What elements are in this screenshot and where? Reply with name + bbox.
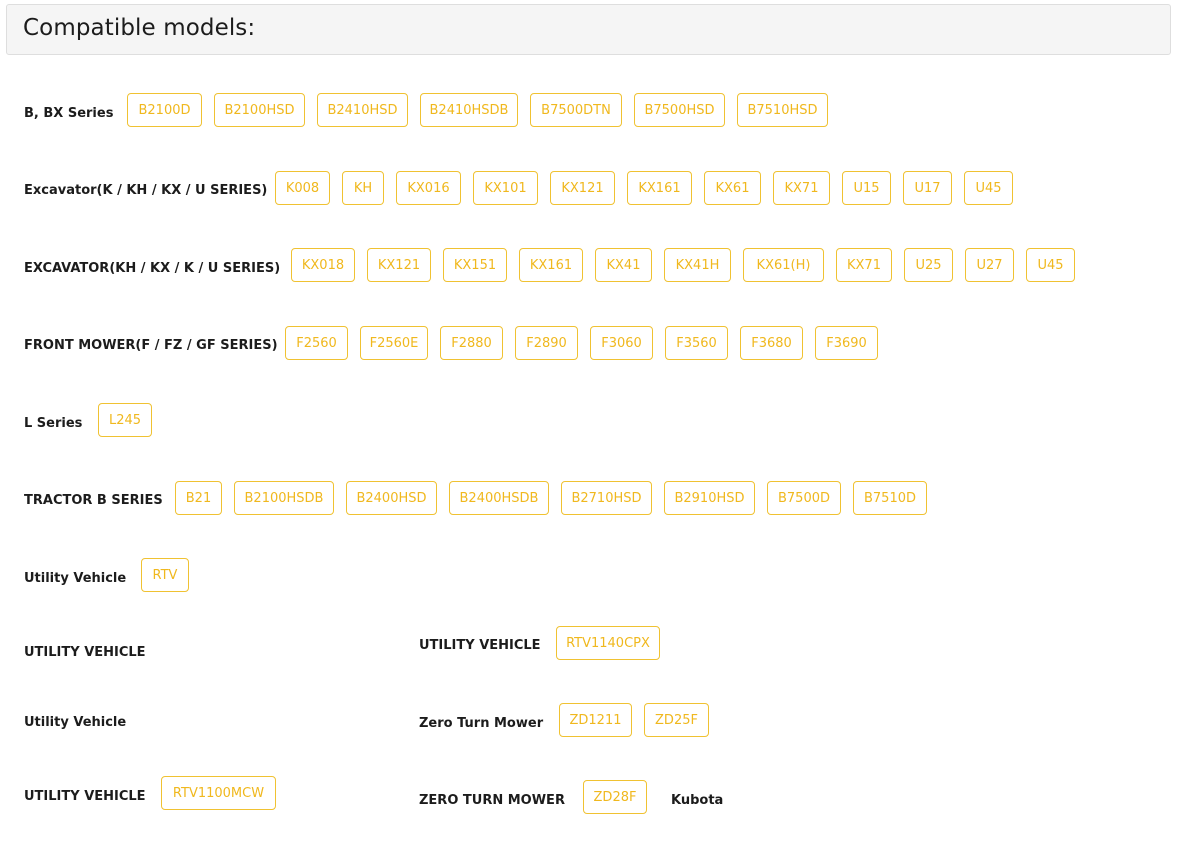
page-title: Compatible models: [23,15,256,41]
model-chip-b7500hsd[interactable]: B7500HSD [634,93,725,127]
model-chip-zd28f[interactable]: ZD28F [583,780,647,814]
model-chip-f2890[interactable]: F2890 [515,326,578,360]
compatible-models-header: Compatible models: [6,4,1171,55]
model-chip-u17[interactable]: U17 [903,171,952,205]
series-label-utility-vehicle: UTILITY VEHICLE [419,638,541,653]
model-chip-kx121[interactable]: KX121 [367,248,431,282]
model-chip-kx61[interactable]: KX61 [704,171,761,205]
series-label-utility-vehicle: Utility Vehicle [24,571,127,586]
series-label-b-bx-series: B, BX Series [24,106,114,121]
model-chip-kx121[interactable]: KX121 [550,171,615,205]
model-chip-k008[interactable]: K008 [275,171,330,205]
model-chip-b2400hsd[interactable]: B2400HSD [346,481,437,515]
series-label-tractor-b-series: TRACTOR B SERIES [24,493,163,508]
model-chip-kx161[interactable]: KX161 [519,248,583,282]
model-chip-kx101[interactable]: KX101 [473,171,538,205]
model-chip-kx41[interactable]: KX41 [595,248,652,282]
model-chip-u45[interactable]: U45 [964,171,1013,205]
model-chip-b21[interactable]: B21 [175,481,222,515]
model-chip-b2100hsdb[interactable]: B2100HSDB [234,481,334,515]
series-label-zero-turn-mower: Zero Turn Mower [419,716,544,731]
series-label-excavator-kh-kx-k-u-series: EXCAVATOR(KH / KX / K / U SERIES) [24,261,281,276]
model-chip-kx61-h[interactable]: KX61(H) [743,248,824,282]
model-chip-u15[interactable]: U15 [842,171,891,205]
model-chip-b2710hsd[interactable]: B2710HSD [561,481,652,515]
model-chip-rtv[interactable]: RTV [141,558,189,592]
model-chip-l245[interactable]: L245 [98,403,152,437]
model-chip-f2560[interactable]: F2560 [285,326,348,360]
model-chip-b7510d[interactable]: B7510D [853,481,927,515]
model-chip-kx016[interactable]: KX016 [396,171,461,205]
series-label-utility-vehicle: UTILITY VEHICLE [24,789,146,804]
model-chip-rtv1140cpx[interactable]: RTV1140CPX [556,626,660,660]
model-chip-f3060[interactable]: F3060 [590,326,653,360]
model-chip-u25[interactable]: U25 [904,248,953,282]
model-chip-b7500dtn[interactable]: B7500DTN [530,93,622,127]
series-label-kubota: Kubota [671,793,724,808]
model-chip-f2560e[interactable]: F2560E [360,326,428,360]
model-chip-b2410hsdb[interactable]: B2410HSDB [420,93,518,127]
model-chip-b2100hsd[interactable]: B2100HSD [214,93,305,127]
model-chip-b7510hsd[interactable]: B7510HSD [737,93,828,127]
model-chip-zd1211[interactable]: ZD1211 [559,703,632,737]
model-chip-rtv1100mcw[interactable]: RTV1100MCW [161,776,276,810]
model-chip-b2410hsd[interactable]: B2410HSD [317,93,408,127]
series-label-utility-vehicle: Utility Vehicle [24,715,127,730]
model-chip-kx161[interactable]: KX161 [627,171,692,205]
model-chip-u27[interactable]: U27 [965,248,1014,282]
model-chip-f3690[interactable]: F3690 [815,326,878,360]
model-chip-f3560[interactable]: F3560 [665,326,728,360]
model-chip-kx71[interactable]: KX71 [773,171,830,205]
series-label-front-mower-f-fz-gf-series: FRONT MOWER(F / FZ / GF SERIES) [24,338,278,353]
model-chip-kx71[interactable]: KX71 [836,248,892,282]
model-chip-kx018[interactable]: KX018 [291,248,355,282]
model-chip-f3680[interactable]: F3680 [740,326,803,360]
model-chip-b2400hsdb[interactable]: B2400HSDB [449,481,549,515]
model-chip-b7500d[interactable]: B7500D [767,481,841,515]
model-chip-u45[interactable]: U45 [1026,248,1075,282]
series-label-l-series: L Series [24,416,83,431]
model-chip-f2880[interactable]: F2880 [440,326,503,360]
model-chip-zd25f[interactable]: ZD25F [644,703,709,737]
model-chip-b2100d[interactable]: B2100D [127,93,202,127]
series-label-excavator-k-kh-kx-u-series: Excavator(K / KH / KX / U SERIES) [24,183,268,198]
series-label-utility-vehicle: UTILITY VEHICLE [24,645,146,660]
model-chip-kh[interactable]: KH [342,171,384,205]
series-label-zero-turn-mower: ZERO TURN MOWER [419,793,565,808]
model-chip-b2910hsd[interactable]: B2910HSD [664,481,755,515]
model-chip-kx41h[interactable]: KX41H [664,248,731,282]
model-chip-kx151[interactable]: KX151 [443,248,507,282]
